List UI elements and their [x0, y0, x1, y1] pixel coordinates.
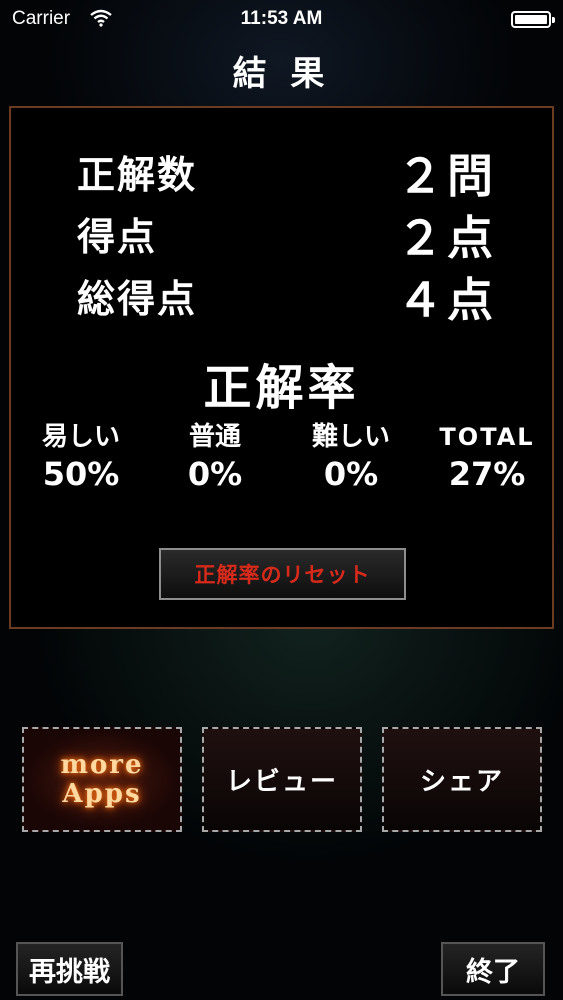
rate-easy: 易しい 50% [11, 420, 151, 494]
stat-label: 正解数 [77, 153, 198, 197]
reset-rate-button[interactable]: 正解率のリセット [159, 548, 406, 600]
rate-label: 普通 [188, 422, 241, 452]
rate-title: 正解率 [203, 360, 360, 416]
stat-row-correct: 正解数 ２問 [77, 144, 497, 203]
retry-button[interactable]: 再挑戦 [16, 942, 123, 996]
share-button[interactable]: シェア [382, 727, 542, 832]
clock: 11:53 AM [240, 8, 323, 29]
battery-icon [511, 11, 555, 28]
rate-total: TOTAL 27% [417, 420, 557, 494]
rate-label: 難しい [311, 422, 390, 452]
more-apps-label: more Apps [60, 749, 144, 809]
rate-value: 50% [42, 455, 120, 493]
stat-label: 総得点 [77, 277, 198, 321]
stat-value: ２問 [397, 149, 497, 203]
stat-label: 得点 [77, 215, 158, 259]
rate-value: 27% [448, 455, 526, 493]
result-panel: 正解数 ２問 得点 ２点 総得点 ４点 正解率 易しい 50% 普通 0% 難し… [9, 106, 554, 629]
stat-value: ２点 [397, 211, 497, 265]
rate-label: TOTAL [439, 423, 535, 451]
status-bar: Carrier 11:53 AM [0, 0, 563, 38]
quit-button[interactable]: 終了 [441, 942, 545, 996]
rate-label: 易しい [41, 422, 120, 452]
stat-row-total-score: 総得点 ４点 [77, 268, 497, 327]
share-label: シェア [419, 767, 504, 797]
stat-value: ４点 [397, 273, 497, 327]
review-button[interactable]: レビュー [202, 727, 362, 832]
page-title: 結 果 [232, 54, 331, 94]
more-apps-button[interactable]: more Apps [22, 727, 182, 832]
rate-value: 0% [187, 455, 243, 493]
stat-row-score: 得点 ２点 [77, 206, 497, 265]
rate-normal: 普通 0% [145, 420, 285, 494]
review-label: レビュー [225, 767, 338, 797]
rate-value: 0% [323, 455, 379, 493]
rate-hard: 難しい 0% [281, 420, 421, 494]
